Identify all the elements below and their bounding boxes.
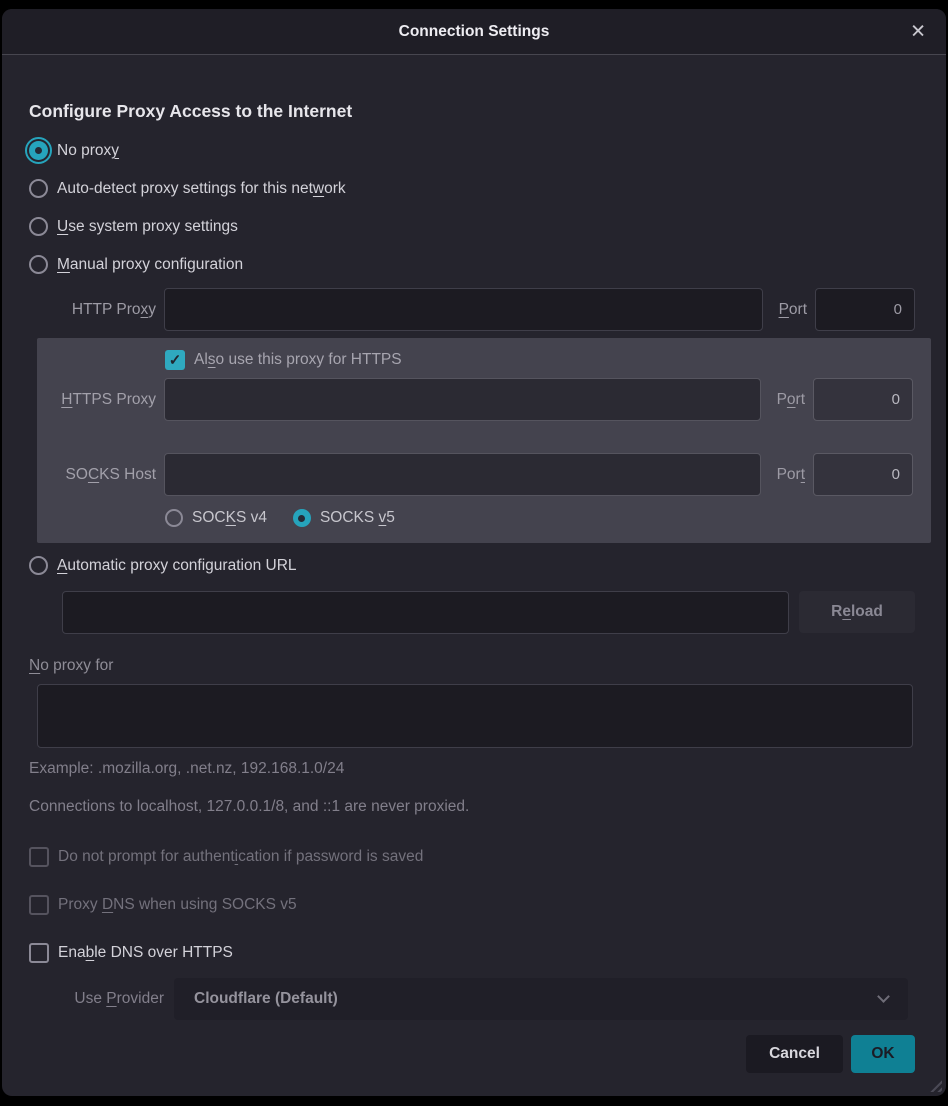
no-proxy-example-text: Example: .mozilla.org, .net.nz, 192.168.… (29, 760, 915, 778)
http-proxy-row: HTTP Proxy Port (29, 288, 915, 331)
https-port-input[interactable] (813, 378, 913, 421)
socks-v5-option: SOCKS v5 (293, 509, 395, 527)
http-proxy-input[interactable] (164, 288, 763, 331)
radio-row-auto-detect: Auto-detect proxy settings for this netw… (29, 175, 915, 202)
socks-v4-option: SOCKS v4 (165, 509, 267, 527)
doh-provider-value: Cloudflare (Default) (194, 990, 338, 1008)
radio-socks-v5[interactable] (293, 509, 311, 527)
radio-socks-v4[interactable] (165, 509, 183, 527)
radio-row-auto-url: Automatic proxy configuration URL (29, 552, 915, 579)
doh-provider-select[interactable]: Cloudflare (Default) (174, 978, 908, 1020)
no-prompt-auth-checkbox (29, 847, 49, 867)
proxy-dns-socks5-row: Proxy DNS when using SOCKS v5 (29, 891, 915, 918)
auto-url-input[interactable] (62, 591, 789, 634)
cancel-button[interactable]: Cancel (746, 1035, 843, 1073)
share-proxy-checkbox-label[interactable]: Also use this proxy for HTTPS (194, 351, 402, 369)
http-port-input[interactable] (815, 288, 915, 331)
chevron-down-icon (877, 990, 890, 1003)
dialog-content: Configure Proxy Access to the Internet N… (2, 101, 946, 1073)
http-proxy-label: HTTP Proxy (29, 301, 156, 319)
https-port-label: Port (769, 391, 805, 409)
socks-version-row: SOCKS v4 SOCKS v5 (165, 509, 913, 527)
https-proxy-label: HTTPS Proxy (37, 391, 156, 409)
no-proxy-for-label: No proxy for (29, 657, 915, 675)
connection-settings-dialog: Connection Settings ✕ Configure Proxy Ac… (2, 9, 946, 1096)
ok-button[interactable]: OK (851, 1035, 915, 1073)
https-socks-highlight-panel: Also use this proxy for HTTPS HTTPS Prox… (37, 338, 931, 543)
proxy-dns-socks5-checkbox (29, 895, 49, 915)
http-port-label: Port (771, 301, 807, 319)
https-proxy-input[interactable] (164, 378, 761, 421)
radio-auto-detect[interactable] (29, 179, 48, 198)
radio-manual-proxy-label[interactable]: Manual proxy configuration (57, 256, 243, 274)
enable-doh-row: Enable DNS over HTTPS (29, 939, 915, 966)
enable-doh-checkbox[interactable] (29, 943, 49, 963)
socks-port-input[interactable] (813, 453, 913, 496)
radio-auto-url-label[interactable]: Automatic proxy configuration URL (57, 557, 297, 575)
enable-doh-label[interactable]: Enable DNS over HTTPS (58, 944, 233, 962)
dialog-footer: Cancel OK (29, 1035, 915, 1073)
radio-manual-proxy[interactable] (29, 255, 48, 274)
socks-host-label: SOCKS Host (37, 466, 156, 484)
socks-host-row: SOCKS Host Port (37, 453, 913, 496)
auto-url-row: Reload (29, 591, 915, 634)
no-prompt-auth-label: Do not prompt for authentication if pass… (58, 848, 423, 866)
radio-auto-url[interactable] (29, 556, 48, 575)
radio-row-manual-proxy: Manual proxy configuration (29, 251, 915, 278)
dialog-titlebar: Connection Settings ✕ (2, 9, 946, 55)
reload-button[interactable]: Reload (799, 591, 915, 633)
radio-no-proxy-label[interactable]: No proxy (57, 142, 119, 160)
close-icon[interactable]: ✕ (910, 22, 926, 41)
radio-auto-detect-label[interactable]: Auto-detect proxy settings for this netw… (57, 180, 346, 198)
localhost-note-text: Connections to localhost, 127.0.0.1/8, a… (29, 798, 915, 816)
radio-socks-v4-label[interactable]: SOCKS v4 (192, 509, 267, 527)
doh-provider-row: Use Provider Cloudflare (Default) (29, 978, 915, 1020)
resize-gripper-icon[interactable] (927, 1077, 942, 1092)
share-proxy-checkbox[interactable] (165, 350, 185, 370)
no-proxy-for-textarea[interactable] (37, 684, 913, 748)
radio-system-proxy-label[interactable]: Use system proxy settings (57, 218, 238, 236)
proxy-dns-socks5-label: Proxy DNS when using SOCKS v5 (58, 896, 297, 914)
radio-socks-v5-label[interactable]: SOCKS v5 (320, 509, 395, 527)
https-proxy-row: HTTPS Proxy Port (37, 378, 913, 421)
doh-provider-label: Use Provider (29, 990, 164, 1008)
radio-system-proxy[interactable] (29, 217, 48, 236)
no-prompt-auth-row: Do not prompt for authentication if pass… (29, 843, 915, 870)
radio-row-no-proxy: No proxy (29, 137, 915, 164)
dialog-title: Connection Settings (399, 23, 550, 41)
socks-port-label: Port (769, 466, 805, 484)
radio-no-proxy[interactable] (29, 141, 48, 160)
socks-host-input[interactable] (164, 453, 761, 496)
radio-row-system-proxy: Use system proxy settings (29, 213, 915, 240)
page-title: Configure Proxy Access to the Internet (29, 101, 915, 122)
share-proxy-checkbox-row: Also use this proxy for HTTPS (165, 348, 913, 372)
